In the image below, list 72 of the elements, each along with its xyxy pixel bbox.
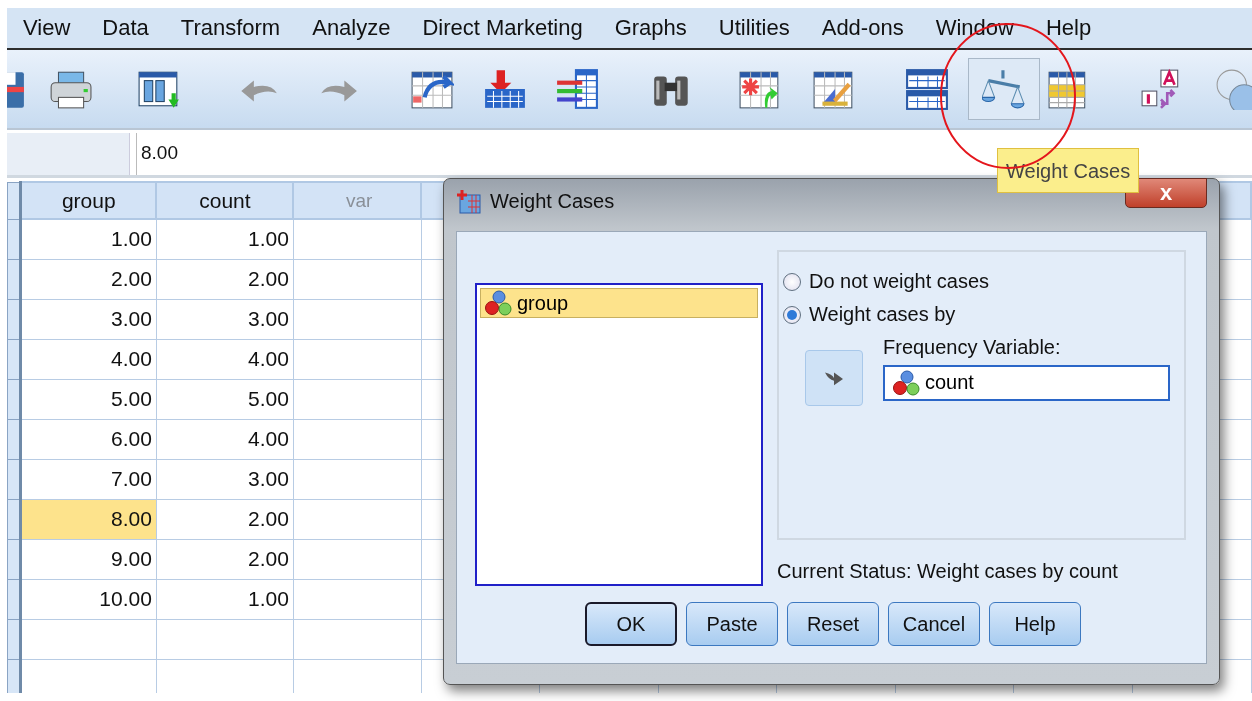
- table-cell[interactable]: 1.00: [20, 219, 157, 259]
- row-header[interactable]: [7, 579, 21, 619]
- row-header[interactable]: [7, 259, 21, 299]
- row-header[interactable]: [7, 659, 21, 693]
- cell-name-field[interactable]: [7, 133, 130, 175]
- variable-icon: [485, 290, 513, 316]
- table-cell[interactable]: 6.00: [20, 419, 157, 459]
- row-header[interactable]: [7, 219, 21, 259]
- dialog-button[interactable]: Reset: [787, 602, 879, 646]
- row-header[interactable]: [7, 379, 21, 419]
- radio-option[interactable]: Do not weight cases: [783, 270, 1184, 293]
- close-button[interactable]: x: [1125, 178, 1207, 208]
- menu-item[interactable]: Data: [100, 15, 151, 41]
- dialog-button[interactable]: Help: [989, 602, 1081, 646]
- table-cell[interactable]: 3.00: [156, 299, 294, 339]
- menu-item[interactable]: Help: [1043, 15, 1094, 41]
- sets-icon: [1215, 68, 1252, 110]
- table-cell[interactable]: 7.00: [20, 459, 157, 499]
- table-cell[interactable]: 2.00: [20, 259, 157, 299]
- table-cell[interactable]: 2.00: [156, 259, 294, 299]
- row-header[interactable]: [7, 419, 21, 459]
- menu-item[interactable]: View: [21, 15, 73, 41]
- corner-cell: [7, 182, 21, 219]
- table-cell[interactable]: 9.00: [20, 539, 157, 579]
- table-cell[interactable]: 1.00: [156, 219, 294, 259]
- menu-item[interactable]: Analyze: [310, 15, 393, 41]
- row-header[interactable]: [7, 299, 21, 339]
- table-cell[interactable]: 3.00: [20, 299, 157, 339]
- menu-item[interactable]: Utilities: [716, 15, 792, 41]
- table-cell[interactable]: 4.00: [156, 419, 294, 459]
- dialog-title: Weight Cases: [490, 189, 615, 213]
- column-header[interactable]: group: [20, 182, 157, 219]
- row-header[interactable]: [7, 499, 21, 539]
- variables-icon: [555, 68, 599, 110]
- weight-icon: [982, 68, 1026, 110]
- row-header[interactable]: [7, 619, 21, 659]
- table-cell[interactable]: 2.00: [156, 499, 294, 539]
- list-item[interactable]: group: [480, 288, 758, 318]
- dialog-button[interactable]: OK: [585, 602, 677, 646]
- row-header[interactable]: [7, 539, 21, 579]
- row-header[interactable]: [7, 339, 21, 379]
- table-cell[interactable]: 4.00: [156, 339, 294, 379]
- table-cell[interactable]: 5.00: [20, 379, 157, 419]
- table-cell[interactable]: 4.00: [20, 339, 157, 379]
- menu-item[interactable]: Add-ons: [819, 15, 906, 41]
- tooltip: Weight Cases: [997, 148, 1140, 193]
- frequency-variable-field[interactable]: count: [883, 364, 1170, 401]
- table-cell[interactable]: 2.00: [156, 539, 294, 579]
- variable-icon: [893, 369, 921, 396]
- insert-case-icon: [483, 68, 527, 110]
- radio-button[interactable]: [783, 272, 801, 291]
- table-cell[interactable]: 5.00: [156, 379, 294, 419]
- menu-item[interactable]: Graphs: [612, 15, 689, 41]
- table-cell[interactable]: 10.00: [20, 579, 157, 619]
- column-header[interactable]: count: [156, 182, 294, 219]
- move-button[interactable]: [805, 350, 863, 406]
- menu-item[interactable]: Direct Marketing: [420, 15, 585, 41]
- table-cell[interactable]: 3.00: [156, 459, 294, 499]
- table-cell[interactable]: 1.00: [156, 579, 294, 619]
- weight-button[interactable]: [968, 58, 1040, 120]
- status-text: Current Status: Weight cases by count: [777, 560, 1118, 583]
- variable-list[interactable]: group: [475, 283, 763, 586]
- dialog-button[interactable]: Paste: [686, 602, 778, 646]
- split-file-icon: [905, 68, 949, 110]
- table-cell[interactable]: 8.00: [20, 499, 157, 539]
- field-label: Frequency Variable:: [883, 336, 1062, 360]
- menu-item[interactable]: Transform: [178, 15, 283, 41]
- row-header[interactable]: [7, 459, 21, 499]
- radio-button[interactable]: [783, 305, 801, 324]
- dialog-button[interactable]: Cancel: [888, 602, 980, 646]
- radio-option[interactable]: Weight cases by: [783, 303, 1184, 326]
- dialog-app-icon: [454, 187, 482, 215]
